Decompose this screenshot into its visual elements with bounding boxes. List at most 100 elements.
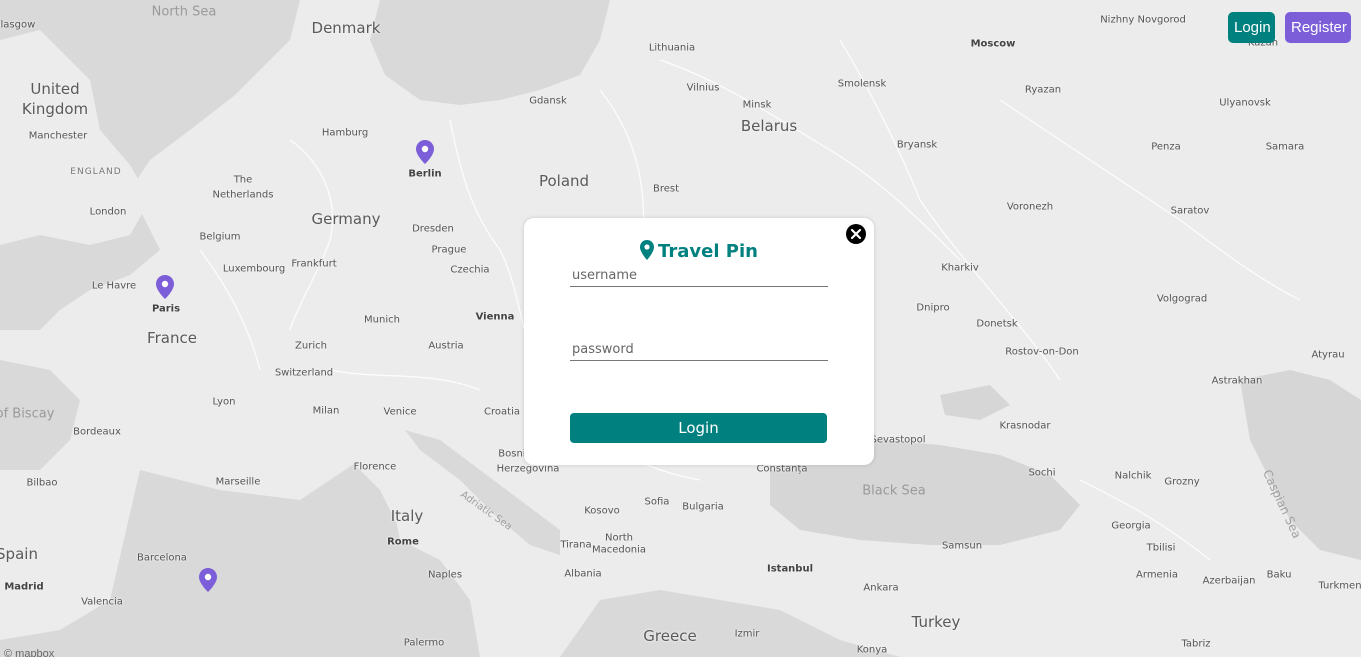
map-label: North Sea [151, 4, 217, 20]
map-pin-icon[interactable] [156, 275, 174, 299]
map-label: Nalchik [1114, 470, 1152, 482]
map-label: Ryazan [1024, 84, 1062, 96]
app-logo: Travel Pin [524, 240, 874, 262]
map-label: Vilnius [686, 82, 720, 94]
map-label: Paris [151, 303, 181, 315]
map-label: Netherlands [212, 189, 274, 201]
map-label: Denmark [311, 19, 381, 37]
map-label: Florence [353, 461, 397, 473]
map-label: London [89, 206, 127, 218]
password-input[interactable] [570, 339, 828, 361]
map-label: Palermo [403, 637, 445, 649]
login-dialog: Travel Pin Login [524, 218, 874, 465]
map-label: Kharkiv [941, 262, 979, 274]
map-pin-icon [640, 240, 655, 260]
map-label: Rostov-on-Don [1005, 346, 1079, 358]
map-label: Donetsk [976, 318, 1018, 330]
map-label: Black Sea [862, 483, 926, 499]
map-label: Zurich [295, 340, 327, 352]
map-label: Lithuania [648, 42, 696, 54]
map-label: Bilbao [26, 477, 58, 489]
map-label: Albania [564, 568, 602, 580]
map-label: The [233, 174, 253, 186]
map-label: Poland [538, 172, 590, 190]
map-label: Tbilisi [1146, 542, 1176, 554]
map-label: Milan [312, 405, 340, 417]
login-button[interactable]: Login [1228, 12, 1275, 43]
map-label: Samsun [941, 540, 983, 552]
username-input[interactable] [570, 265, 828, 287]
map-label: Grozny [1164, 476, 1200, 488]
map-label: Kingdom [21, 100, 89, 118]
map-label: Volgograd [1156, 293, 1208, 305]
map-label: Smolensk [837, 78, 887, 90]
map-label: Prague [431, 244, 467, 256]
map-label: Czechia [450, 264, 490, 276]
map-label: Izmir [734, 628, 760, 640]
map-label: Istanbul [766, 563, 814, 575]
map-label: Frankfurt [291, 258, 337, 270]
map-label: Rome [387, 536, 419, 548]
map-label: Moscow [970, 38, 1016, 50]
map-label: Tabriz [1181, 638, 1211, 650]
map-attribution: © mapbox [4, 648, 55, 657]
map-label: Constanța [756, 463, 808, 475]
map-label: Baku [1266, 569, 1292, 581]
map-label: Spain [0, 545, 38, 563]
map-label: Italy [390, 507, 424, 525]
map-label: North [605, 532, 633, 544]
map-label: Sevastopol [870, 434, 926, 446]
map-label: Tirana [560, 539, 592, 551]
map-label: Voronezh [1006, 201, 1054, 213]
map-label: Hamburg [321, 127, 369, 139]
map-label: Switzerland [274, 367, 334, 379]
map-label: Bulgaria [682, 501, 724, 513]
map-label: United [30, 80, 80, 98]
map-label: Manchester [28, 130, 88, 142]
map-label: Brest [652, 183, 680, 195]
map-label: Samara [1265, 141, 1305, 153]
map-label: Penza [1151, 141, 1181, 153]
login-submit-button[interactable]: Login [570, 413, 827, 443]
map-pin-icon[interactable] [199, 568, 217, 592]
map-label: Turkey [911, 613, 961, 631]
map-label: Ankara [863, 582, 899, 594]
map-label: France [147, 329, 197, 347]
map-label: Vienna [475, 311, 515, 323]
map-label: Croatia [484, 406, 520, 418]
map-label: Greece [643, 627, 697, 645]
map-label: Astrakhan [1211, 375, 1263, 387]
map-label: Krasnodar [999, 420, 1051, 432]
map-label: Nizhny Novgorod [1100, 14, 1186, 26]
map-label: Turkmen [1318, 580, 1361, 592]
map-label: Madrid [4, 581, 44, 593]
map-label: Glasgow [0, 19, 36, 31]
map-label: Azerbaijan [1202, 575, 1256, 587]
map-label: ENGLAND [70, 167, 122, 177]
map-label: Saratov [1170, 205, 1210, 217]
app-title: Travel Pin [658, 241, 758, 262]
map-pin-icon[interactable] [416, 140, 434, 164]
map-label: Berlin [408, 168, 442, 180]
map-label: Ulyanovsk [1219, 97, 1271, 109]
map-label: Minsk [742, 99, 772, 111]
map-label: Bordeaux [73, 426, 121, 438]
map-label: Sofia [644, 496, 670, 508]
map-label: Luxembourg [222, 263, 286, 275]
map-label: Valencia [81, 596, 123, 608]
map-label: Munich [364, 314, 400, 326]
map-label: Armenia [1136, 569, 1178, 581]
close-button[interactable] [846, 224, 866, 244]
map-label: Georgia [1111, 520, 1151, 532]
map-label: Dnipro [916, 302, 950, 314]
map-label: Konya [856, 644, 888, 656]
register-button[interactable]: Register [1285, 12, 1351, 43]
map-label: Germany [311, 210, 381, 228]
map-label: Belgium [199, 231, 241, 243]
map-label: of Biscay [0, 406, 55, 422]
map-label: Bryansk [896, 139, 938, 151]
map-label: Marseille [215, 476, 261, 488]
map-label: Kosovo [584, 505, 620, 517]
map-label: Naples [427, 569, 463, 581]
close-icon [851, 229, 861, 239]
